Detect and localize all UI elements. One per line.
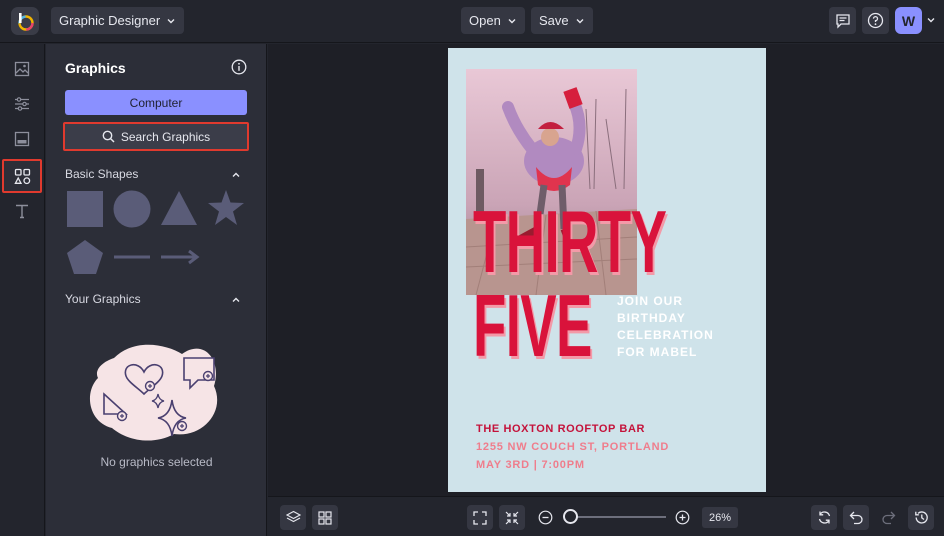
help-button[interactable] bbox=[862, 7, 889, 34]
design-canvas[interactable]: THIRTY FIVE JOIN OUR BIRTHDAY CELEBRATIO… bbox=[268, 44, 944, 496]
poster-headline-thirty[interactable]: THIRTY bbox=[473, 198, 667, 286]
image-icon bbox=[14, 61, 30, 77]
invite-line: CELEBRATION bbox=[617, 328, 714, 342]
app-logo[interactable] bbox=[11, 7, 39, 35]
rail-item-graphics[interactable] bbox=[2, 159, 42, 193]
mode-dropdown[interactable]: Graphic Designer bbox=[51, 7, 185, 34]
expand-icon bbox=[473, 510, 487, 525]
poster-artboard[interactable]: THIRTY FIVE JOIN OUR BIRTHDAY CELEBRATIO… bbox=[448, 48, 766, 492]
triangle-shape[interactable] bbox=[160, 190, 198, 226]
mode-label: Graphic Designer bbox=[59, 13, 161, 28]
feedback-button[interactable] bbox=[829, 7, 856, 34]
grid-button[interactable] bbox=[312, 505, 338, 530]
open-label: Open bbox=[469, 13, 501, 28]
grid-icon bbox=[318, 510, 332, 525]
search-graphics-label: Search Graphics bbox=[120, 129, 211, 144]
rail-item-text[interactable] bbox=[2, 194, 42, 228]
layout-icon bbox=[14, 131, 30, 147]
sliders-icon bbox=[15, 97, 29, 111]
rail-item-adjust[interactable] bbox=[2, 87, 42, 121]
bottom-toolbar: 26% bbox=[268, 496, 944, 536]
line-shape[interactable] bbox=[113, 250, 151, 264]
zoom-in-button[interactable] bbox=[669, 505, 695, 530]
invite-line: BIRTHDAY bbox=[617, 311, 686, 325]
chevron-down-icon bbox=[508, 18, 516, 23]
panel-title: Graphics bbox=[65, 60, 126, 76]
zoom-slider-thumb[interactable] bbox=[563, 509, 578, 524]
undo-icon bbox=[849, 511, 863, 525]
invite-line: FOR MABEL bbox=[617, 345, 698, 359]
empty-graphics-label: No graphics selected bbox=[100, 455, 213, 469]
save-label: Save bbox=[539, 13, 569, 28]
actual-size-button[interactable] bbox=[499, 505, 525, 530]
graphics-panel: Graphics Computer Search Graphics Basic … bbox=[46, 44, 267, 536]
layers-icon bbox=[285, 510, 301, 523]
help-icon bbox=[867, 12, 884, 29]
zoom-slider-track[interactable] bbox=[567, 516, 666, 518]
replace-button[interactable] bbox=[811, 505, 837, 530]
user-avatar[interactable]: W bbox=[895, 7, 922, 34]
your-graphics-header[interactable]: Your Graphics bbox=[65, 292, 141, 306]
compress-icon bbox=[505, 511, 519, 524]
befunky-logo-icon bbox=[18, 13, 34, 31]
square-shape[interactable] bbox=[66, 191, 104, 227]
pentagon-shape[interactable] bbox=[66, 239, 104, 275]
computer-button[interactable]: Computer bbox=[65, 90, 247, 115]
poster-date[interactable]: MAY 3RD | 7:00PM bbox=[476, 459, 585, 471]
tool-rail bbox=[0, 44, 45, 536]
arrow-shape[interactable] bbox=[160, 248, 200, 266]
circle-shape[interactable] bbox=[113, 190, 151, 228]
refresh-icon bbox=[818, 511, 830, 524]
top-bar: Graphic Designer Open Save W bbox=[0, 0, 944, 43]
search-graphics-button[interactable]: Search Graphics bbox=[63, 122, 249, 151]
empty-graphics-illustration bbox=[89, 344, 218, 441]
history-button[interactable] bbox=[908, 505, 934, 530]
zoom-in-icon bbox=[675, 510, 689, 525]
search-icon bbox=[102, 130, 115, 143]
open-dropdown[interactable]: Open bbox=[461, 7, 525, 34]
basic-shapes-header[interactable]: Basic Shapes bbox=[65, 167, 138, 181]
poster-invite-text[interactable]: JOIN OUR BIRTHDAY CELEBRATION FOR MABEL bbox=[617, 293, 714, 361]
rail-item-image[interactable] bbox=[2, 52, 42, 86]
avatar-initial: W bbox=[901, 12, 916, 29]
save-dropdown[interactable]: Save bbox=[531, 7, 593, 34]
chevron-down-icon bbox=[576, 18, 584, 23]
undo-button[interactable] bbox=[843, 505, 869, 530]
chevron-down-icon bbox=[167, 18, 175, 23]
history-icon bbox=[914, 511, 928, 524]
graphics-icon bbox=[13, 168, 30, 184]
zoom-level-field[interactable]: 26% bbox=[702, 507, 738, 528]
star-shape[interactable] bbox=[207, 189, 245, 226]
rail-item-layout[interactable] bbox=[2, 122, 42, 156]
zoom-out-icon bbox=[538, 510, 552, 525]
chevron-down-icon[interactable] bbox=[926, 15, 936, 25]
zoom-out-button[interactable] bbox=[532, 505, 558, 530]
chevron-up-icon[interactable] bbox=[231, 170, 241, 180]
computer-label: Computer bbox=[129, 95, 183, 110]
invite-line: JOIN OUR bbox=[617, 294, 684, 308]
zoom-level-label: 26% bbox=[708, 511, 732, 524]
chevron-up-icon[interactable] bbox=[231, 295, 241, 305]
comment-icon bbox=[835, 13, 850, 29]
poster-address[interactable]: 1255 NW COUCH ST, PORTLAND bbox=[476, 441, 669, 453]
info-icon[interactable] bbox=[231, 59, 247, 75]
poster-headline-five[interactable]: FIVE bbox=[473, 282, 592, 370]
text-icon bbox=[16, 204, 28, 219]
poster-venue[interactable]: THE HOXTON ROOFTOP BAR bbox=[476, 423, 645, 435]
redo-button[interactable] bbox=[875, 505, 901, 530]
redo-icon bbox=[881, 511, 895, 525]
layers-button[interactable] bbox=[280, 505, 306, 530]
fit-screen-button[interactable] bbox=[467, 505, 493, 530]
